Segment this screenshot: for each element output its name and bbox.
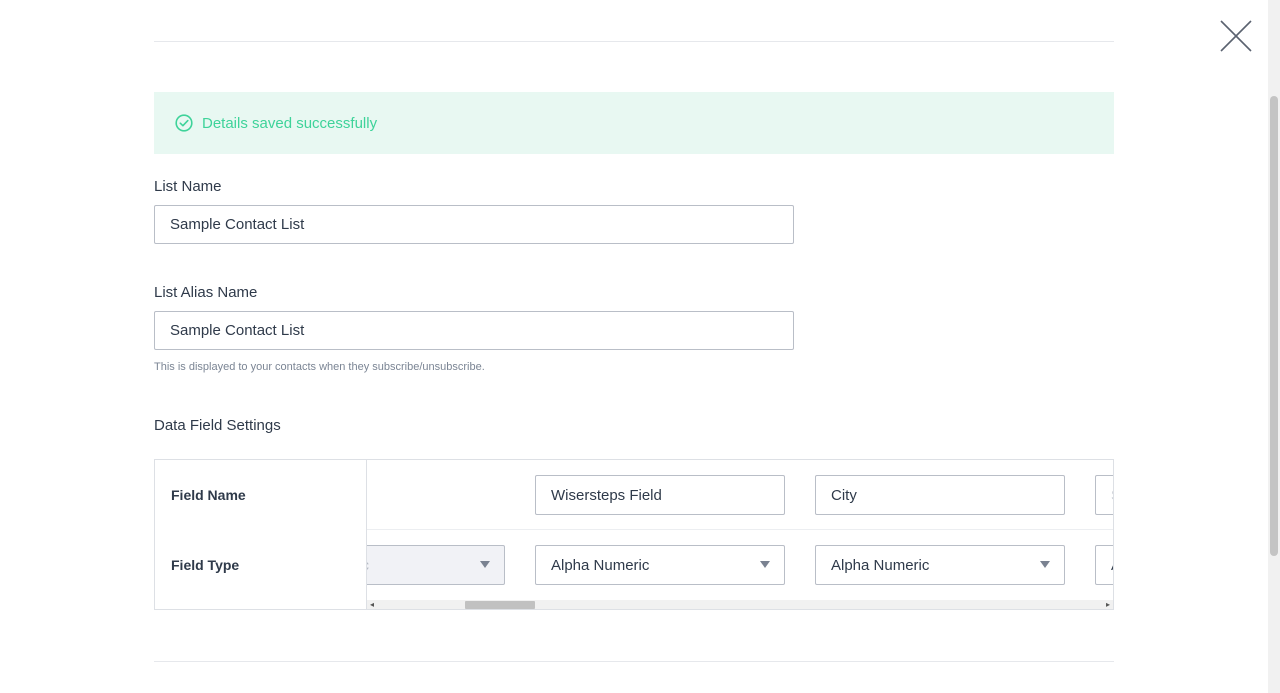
page-scrollbar-thumb[interactable] [1270,96,1278,556]
chevron-down-icon [760,561,770,568]
list-alias-name-input[interactable] [154,311,794,350]
data-field-settings-title: Data Field Settings [154,417,281,434]
arrow-left-icon[interactable]: ◂ [370,601,374,609]
list-name-input[interactable] [154,205,794,244]
page-scrollbar[interactable] [1268,0,1280,693]
horizontal-scrollbar[interactable]: ◂ ▸ [367,600,1113,609]
close-icon [1220,20,1252,52]
field-name-input-2[interactable] [535,475,785,515]
check-circle-icon [175,114,193,132]
row-header-column: Field Name Field Type [155,460,367,609]
chevron-down-icon [1040,561,1050,568]
row-divider [367,529,1113,530]
field-type-row-label: Field Type [171,557,240,573]
data-fields-table: Field Name Field Type c Alpha Numeric Al… [154,459,1114,610]
alias-helper-text: This is displayed to your contacts when … [154,361,485,373]
chevron-down-icon [480,561,490,568]
arrow-right-icon[interactable]: ▸ [1106,601,1110,609]
field-name-input-4[interactable]: S [1095,475,1113,515]
scrollbar-thumb[interactable] [465,601,535,609]
bottom-divider [154,661,1114,662]
list-alias-name-label: List Alias Name [154,284,258,301]
top-divider [154,41,1114,42]
field-name-row-label: Field Name [171,487,246,503]
field-name-input-3[interactable] [815,475,1065,515]
field-type-select-3[interactable]: Alpha Numeric [815,545,1065,585]
close-button[interactable] [1216,16,1256,56]
field-type-select-4[interactable]: A [1095,545,1113,585]
alert-message: Details saved successfully [202,114,378,132]
success-alert: Details saved successfully [154,92,1114,154]
field-type-select-2[interactable]: Alpha Numeric [535,545,785,585]
list-name-label: List Name [154,178,222,195]
